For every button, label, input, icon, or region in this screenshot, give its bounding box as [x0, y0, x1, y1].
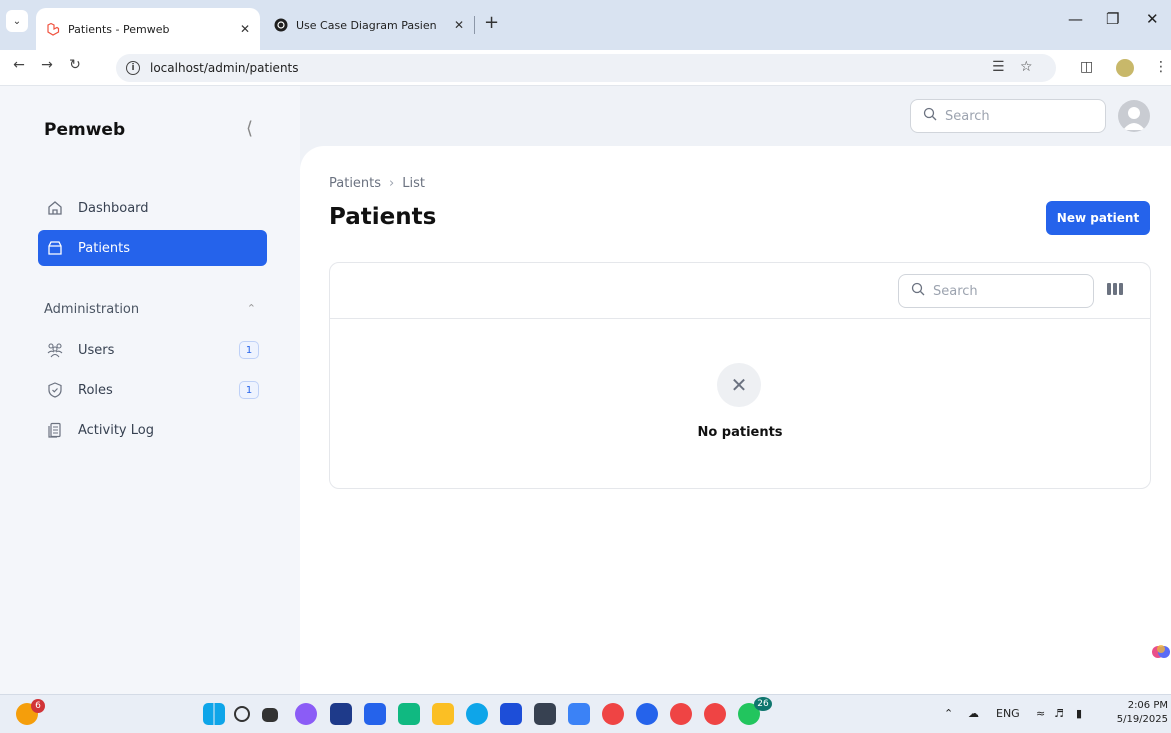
table-toolbar: Search — [330, 263, 1150, 319]
global-search-input[interactable]: Search — [910, 99, 1106, 133]
browser-tab-strip: ⌄ Patients - Pemweb ✕ Use Case Diagram P… — [0, 0, 1171, 50]
tab-search-chevron-icon[interactable]: ⌄ — [6, 10, 28, 32]
laravel-favicon-icon — [46, 22, 60, 36]
forward-icon[interactable]: → — [36, 57, 58, 73]
inbox-icon — [46, 239, 64, 257]
word-icon[interactable] — [500, 703, 522, 725]
group-label: Administration — [44, 302, 140, 317]
sidebar: Pemweb ⟨ Dashboard Patients Administrati… — [0, 86, 300, 694]
chrome-icon[interactable] — [602, 703, 624, 725]
store-icon[interactable] — [330, 703, 352, 725]
whatsapp-badge: 26 — [754, 697, 772, 711]
brand-name: Pemweb — [44, 120, 126, 140]
chrome-profile-icon[interactable] — [670, 703, 692, 725]
reload-icon[interactable]: ↻ — [64, 57, 86, 73]
tab-use-case-diagram[interactable]: Use Case Diagram Pasien ✕ — [264, 8, 474, 42]
site-info-icon[interactable]: i — [126, 61, 140, 75]
bookmark-star-icon[interactable]: ☆ — [1020, 59, 1033, 75]
translate-icon[interactable]: ☰ — [992, 59, 1005, 75]
notification-badge: 6 — [31, 699, 45, 713]
google-drive-icon[interactable] — [398, 703, 420, 725]
empty-state-text: No patients — [697, 425, 783, 440]
tab-title: Use Case Diagram Pasien — [296, 18, 437, 32]
task-view-icon[interactable] — [262, 708, 278, 722]
tray-chevron-up-icon[interactable]: ⌃ — [944, 707, 953, 720]
new-tab-button[interactable]: + — [484, 12, 499, 33]
page-title: Patients — [329, 204, 437, 230]
chatgpt-favicon-icon — [274, 18, 288, 32]
new-patient-button[interactable]: New patient — [1046, 201, 1150, 235]
app-icon-circle[interactable] — [636, 703, 658, 725]
close-tab-icon[interactable]: ✕ — [454, 18, 464, 32]
sidebar-item-label: Dashboard — [78, 200, 149, 216]
tab-patients[interactable]: Patients - Pemweb ✕ — [36, 8, 260, 50]
chrome-profile-icon[interactable] — [704, 703, 726, 725]
start-windows-icon[interactable] — [203, 703, 225, 725]
collapse-sidebar-icon[interactable]: ⟨ — [246, 118, 253, 139]
users-icon — [46, 341, 64, 359]
restore-icon[interactable]: ❐ — [1106, 10, 1119, 28]
profile-avatar-icon[interactable] — [1116, 59, 1134, 77]
clock-date: 5/19/2025 — [1116, 714, 1168, 725]
terminal-icon[interactable] — [534, 703, 556, 725]
search-icon — [923, 107, 937, 125]
main-content: Patients › List Patients New patient Searc… — [300, 146, 1171, 694]
browser-toolbar: ← → ↻ i localhost/admin/patients ☰ ☆ ◫ ⋮ — [0, 50, 1171, 86]
search-placeholder: Search — [945, 108, 990, 124]
language-indicator[interactable]: ENG — [996, 707, 1020, 720]
assistant-brain-icon[interactable] — [1150, 641, 1171, 663]
minimize-icon[interactable]: — — [1068, 10, 1083, 28]
browser-menu-icon[interactable]: ⋮ — [1154, 59, 1168, 75]
copilot-icon[interactable] — [295, 703, 317, 725]
extensions-icon[interactable]: ◫ — [1080, 59, 1093, 75]
sidebar-item-label: Roles — [78, 382, 113, 398]
clock-time: 2:06 PM — [1127, 700, 1168, 711]
sidebar-item-activity-log[interactable]: Activity Log — [38, 412, 267, 448]
url-text: localhost/admin/patients — [150, 61, 299, 75]
x-mark-icon: ✕ — [717, 363, 761, 407]
users-count-badge: 1 — [239, 341, 259, 359]
user-avatar[interactable] — [1118, 100, 1150, 132]
breadcrumb: Patients › List — [329, 176, 425, 191]
tab-title: Patients - Pemweb — [68, 22, 170, 36]
wifi-icon[interactable]: ≈ — [1036, 707, 1045, 720]
taskbar-search-icon[interactable] — [234, 706, 250, 722]
breadcrumb-patients[interactable]: Patients — [329, 176, 381, 191]
vscode-icon[interactable] — [568, 703, 590, 725]
column-toggle-icon[interactable] — [1106, 282, 1124, 300]
chevron-right-icon: › — [389, 176, 395, 191]
close-tab-icon[interactable]: ✕ — [240, 22, 250, 36]
onedrive-cloud-icon[interactable]: ☁ — [968, 707, 979, 720]
tab-separator — [474, 16, 475, 34]
app-icon-blue[interactable] — [364, 703, 386, 725]
home-icon — [46, 199, 64, 217]
windows-taskbar: 6 26 ⌃ ☁ ENG ≈ ♬ ▮ 2:06 PM 5/19/2025 — [0, 694, 1171, 733]
close-window-icon[interactable]: ✕ — [1146, 10, 1159, 28]
edge-icon[interactable] — [466, 703, 488, 725]
table-search-input[interactable]: Search — [898, 274, 1094, 308]
sidebar-item-label: Patients — [78, 240, 131, 256]
administration-group-toggle[interactable]: Administration ⌃ — [44, 302, 256, 317]
breadcrumb-list: List — [402, 176, 425, 191]
search-icon — [911, 282, 925, 300]
search-placeholder: Search — [933, 283, 978, 299]
sidebar-item-label: Users — [78, 342, 115, 358]
document-icon — [46, 421, 64, 439]
roles-count-badge: 1 — [239, 381, 259, 399]
file-explorer-icon[interactable] — [432, 703, 454, 725]
sidebar-item-patients[interactable]: Patients — [38, 230, 267, 266]
patients-table: Search ✕ No patients — [329, 262, 1151, 489]
chevron-up-icon: ⌃ — [246, 302, 256, 315]
sidebar-item-users[interactable]: Users 1 — [38, 332, 267, 368]
sidebar-item-roles[interactable]: Roles 1 — [38, 372, 267, 408]
system-clock[interactable]: 2:06 PM 5/19/2025 — [1110, 699, 1168, 727]
volume-icon[interactable]: ♬ — [1054, 707, 1064, 720]
sidebar-item-dashboard[interactable]: Dashboard — [38, 190, 267, 226]
app-shell: Pemweb ⟨ Dashboard Patients Administrati… — [0, 86, 1171, 694]
back-icon[interactable]: ← — [8, 57, 30, 73]
sidebar-item-label: Activity Log — [78, 422, 154, 438]
shield-check-icon — [46, 381, 64, 399]
battery-icon[interactable]: ▮ — [1076, 707, 1082, 720]
address-bar[interactable]: i localhost/admin/patients — [116, 54, 1056, 82]
